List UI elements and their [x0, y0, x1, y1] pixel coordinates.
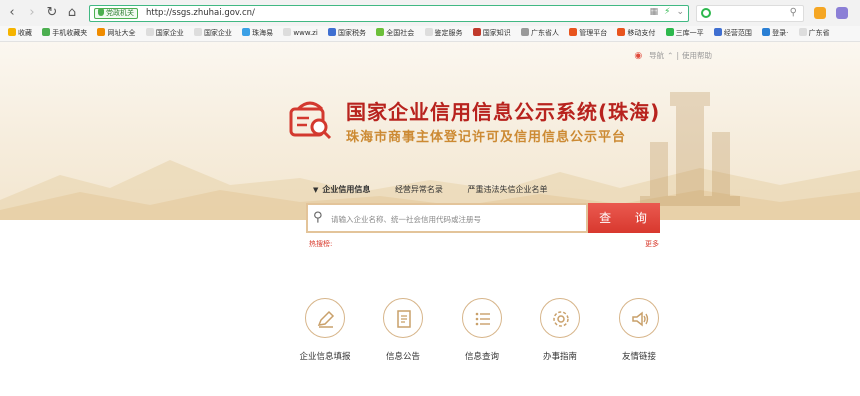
- service-announcement[interactable]: 信息公告: [363, 298, 443, 362]
- more-link[interactable]: 更多: [645, 239, 659, 249]
- bookmark-item[interactable]: 珠海易: [242, 26, 273, 41]
- hot-search-label: 热搜榜:: [309, 240, 333, 248]
- top-links: ◉ 导航 ⌃ | 使用帮助: [631, 50, 712, 61]
- site-icon: [472, 28, 481, 36]
- search-placeholder: 请输入企业名称、统一社会信用代码或注册号: [331, 215, 481, 224]
- search-area: ⚲ 请输入企业名称、统一社会信用代码或注册号 查 询: [306, 203, 660, 233]
- bookmark-item[interactable]: 鉴定服务: [424, 26, 463, 41]
- star-icon: [8, 28, 16, 36]
- gov-badge-text: 党政机关: [106, 9, 134, 17]
- bookmark-item[interactable]: 登录·: [762, 26, 788, 41]
- url-text[interactable]: http://ssgs.zhuhai.gov.cn/: [146, 8, 255, 18]
- back-icon[interactable]: ‹: [4, 5, 20, 21]
- service-label: 友情链接: [621, 352, 656, 362]
- list-icon: [475, 312, 490, 326]
- lightning-icon[interactable]: ⚡: [664, 7, 670, 17]
- cloud-icon: [242, 28, 251, 36]
- speaker-icon: [632, 311, 649, 327]
- tab-enterprise-credit[interactable]: ▼ 企业信用信息: [313, 184, 370, 195]
- site-icon: [713, 28, 722, 36]
- browser-toolbar: ‹ › ↻ ⌂ 党政机关 http://ssgs.zhuhai.gov.cn/ …: [0, 0, 860, 26]
- site-icon: [617, 28, 626, 36]
- service-circle: [305, 298, 345, 338]
- page-subtitle: 珠海市商事主体登记许可及信用信息公示平台: [346, 130, 627, 145]
- page-title: 国家企业信用信息公示系统(珠海): [346, 100, 661, 124]
- service-circle: [462, 298, 502, 338]
- bookmark-item[interactable]: 网址大全: [97, 26, 135, 41]
- service-guide[interactable]: 办事指南: [520, 298, 600, 362]
- credit-search-logo-icon: [289, 101, 332, 140]
- chevron-down-icon[interactable]: ⌄: [676, 7, 684, 17]
- home-icon[interactable]: ⌂: [64, 5, 80, 21]
- page-icon: [145, 28, 154, 36]
- search-button[interactable]: 查 询: [588, 203, 660, 233]
- tab-serious-violation[interactable]: 严重违法失信企业名单: [467, 184, 547, 195]
- site-icon: [762, 28, 771, 36]
- location-pin-icon: ◉: [634, 51, 643, 61]
- tab-abnormal-operation[interactable]: 经营异常名录: [395, 184, 443, 195]
- service-circle: [619, 298, 659, 338]
- nav-link[interactable]: 导航: [649, 51, 664, 60]
- search-icon: ⚲: [313, 210, 323, 225]
- bookmark-item[interactable]: 广东省人: [520, 26, 559, 41]
- service-friendly-links[interactable]: 友情链接: [599, 298, 679, 362]
- bookmark-item[interactable]: 三库一平: [665, 26, 704, 41]
- search-engine-icon: [701, 8, 711, 18]
- bookmark-item[interactable]: 国家税务: [328, 26, 366, 41]
- grid-icon[interactable]: ▦: [650, 7, 659, 17]
- phone-icon: [42, 28, 51, 36]
- account-icon[interactable]: [836, 7, 848, 19]
- triangle-down-icon: ▼: [313, 186, 319, 194]
- bookmark-item[interactable]: 广东省: [798, 26, 830, 41]
- site-icon: [328, 28, 337, 36]
- bookmark-item[interactable]: 经营范围: [713, 26, 752, 41]
- browser-search-box[interactable]: ⚲: [696, 5, 804, 22]
- page-icon: [283, 28, 292, 36]
- bookmarks-bar: 收藏 手机收藏夹 网址大全 国家企业 国家企业 珠海易 www.zi 国家税务 …: [0, 26, 860, 42]
- site-icon: [97, 28, 106, 36]
- hero-banner: ◉ 导航 ⌃ | 使用帮助 国家企业信用信息公示系统(珠海) 珠海市商事主体登记许可及信…: [0, 42, 860, 220]
- search-tabs: ▼ 企业信用信息 经营异常名录 严重违法失信企业名单: [313, 184, 569, 195]
- bookmark-item[interactable]: 管理平台: [569, 26, 607, 41]
- bookmark-item[interactable]: 全国社会: [376, 26, 414, 41]
- service-label: 企业信息填报: [299, 352, 351, 362]
- document-icon: [397, 310, 411, 328]
- bookmark-item[interactable]: 国家知识: [472, 26, 511, 41]
- service-enterprise-report[interactable]: 企业信息填报: [285, 298, 365, 362]
- site-icon: [665, 28, 674, 36]
- page-icon: [424, 28, 433, 36]
- bookmark-item[interactable]: 收藏: [8, 26, 32, 41]
- search-icon[interactable]: ⚲: [790, 7, 797, 18]
- address-bar-actions: ▦ ⚡ ⌄: [644, 7, 684, 17]
- page-icon: [193, 28, 202, 36]
- link-separator: |: [676, 51, 679, 60]
- gear-icon: [520, 28, 529, 36]
- service-circle: [540, 298, 580, 338]
- enterprise-search-input[interactable]: ⚲ 请输入企业名称、统一社会信用代码或注册号: [306, 203, 588, 233]
- leaf-icon: [376, 28, 385, 36]
- forward-icon[interactable]: ›: [24, 5, 40, 21]
- service-label: 信息查询: [464, 352, 499, 362]
- bookmark-item[interactable]: 国家企业: [145, 26, 184, 41]
- chevron-up-icon[interactable]: ⌃: [667, 51, 673, 60]
- gov-badge: 党政机关: [94, 8, 138, 19]
- service-circle: [383, 298, 423, 338]
- shield-icon: [98, 9, 104, 16]
- bookmark-item[interactable]: 手机收藏夹: [42, 26, 87, 41]
- bookmark-item[interactable]: www.zi: [283, 26, 318, 41]
- extension-icon[interactable]: [814, 7, 826, 19]
- bookmark-item[interactable]: 国家企业: [193, 26, 232, 41]
- reload-icon[interactable]: ↻: [44, 5, 60, 21]
- bookmark-item[interactable]: 移动支付: [617, 26, 655, 41]
- gear-icon: [553, 311, 569, 327]
- service-query[interactable]: 信息查询: [442, 298, 522, 362]
- address-bar[interactable]: 党政机关 http://ssgs.zhuhai.gov.cn/ ▦ ⚡ ⌄: [89, 5, 689, 22]
- site-icon: [569, 28, 578, 36]
- pen-edit-icon: [317, 310, 335, 328]
- service-label: 办事指南: [542, 352, 577, 362]
- service-label: 信息公告: [385, 352, 420, 362]
- service-shortcuts: 企业信息填报 信息公告 信息查询 办事指南 友情链接: [0, 298, 860, 378]
- page-icon: [798, 28, 807, 36]
- help-link[interactable]: 使用帮助: [682, 51, 712, 60]
